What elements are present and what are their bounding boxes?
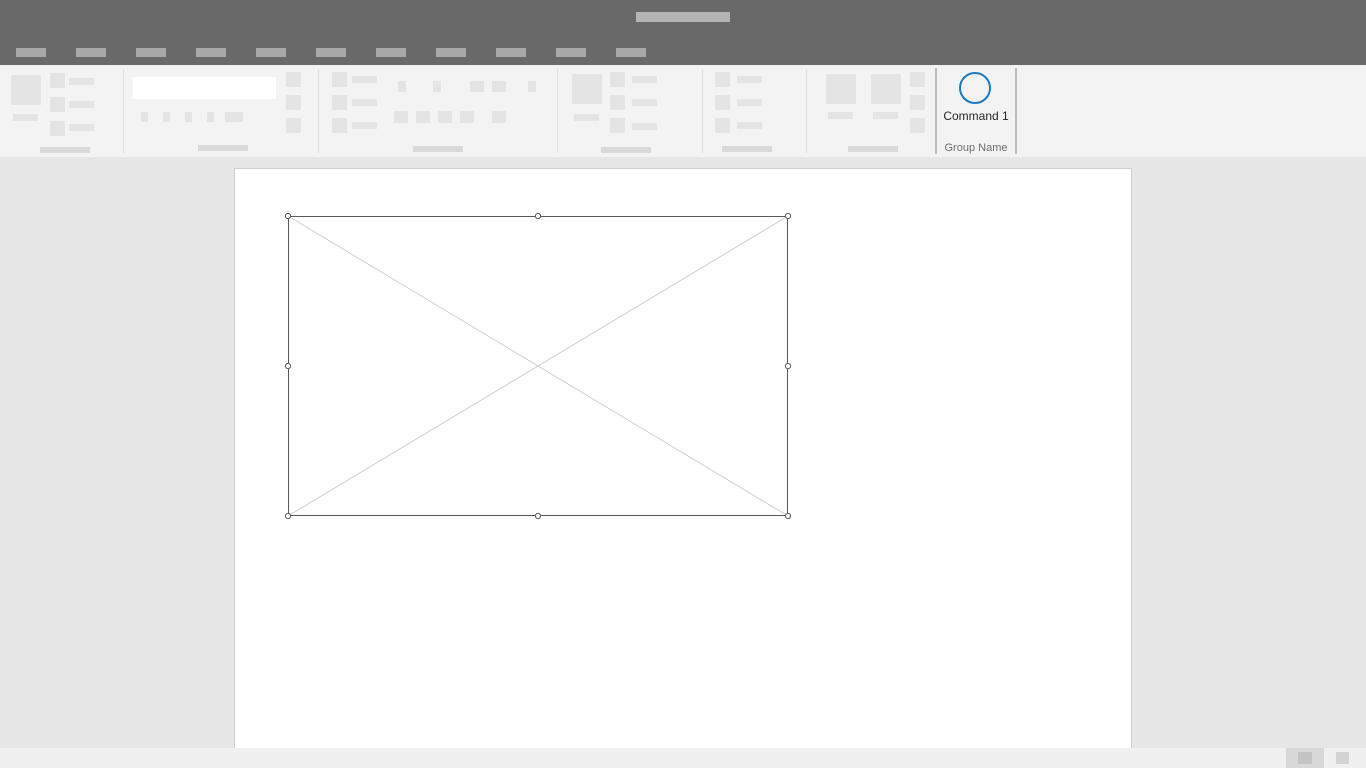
label-placeholder <box>632 99 657 106</box>
view-button[interactable] <box>1330 748 1356 768</box>
ribbon: Command 1 Group Name <box>0 65 1366 157</box>
small-icon-placeholder[interactable] <box>470 81 484 92</box>
title-bar <box>0 0 1366 65</box>
group-divider <box>702 69 703 153</box>
label-placeholder <box>352 122 377 129</box>
small-icon-placeholder[interactable] <box>332 118 347 133</box>
textbox-placeholder[interactable] <box>133 77 276 99</box>
small-icon-placeholder[interactable] <box>225 112 243 122</box>
small-icon-placeholder[interactable] <box>141 112 148 122</box>
label-placeholder <box>352 99 377 106</box>
small-icon-placeholder[interactable] <box>50 73 65 88</box>
label-placeholder <box>69 101 94 108</box>
small-icon-placeholder[interactable] <box>715 72 730 87</box>
small-icon-placeholder[interactable] <box>610 72 625 87</box>
selection-handles[interactable] <box>283 211 793 521</box>
ribbon-group-name: Group Name <box>944 142 1008 154</box>
label-placeholder <box>737 122 762 129</box>
group-name-placeholder <box>40 147 90 153</box>
small-icon-placeholder[interactable] <box>416 111 430 123</box>
view-button-active[interactable] <box>1286 748 1324 768</box>
tab-placeholder-9[interactable] <box>496 48 526 57</box>
group-divider <box>318 69 319 153</box>
group-name-placeholder <box>413 146 463 152</box>
status-bar <box>0 748 1366 768</box>
group-name-placeholder <box>848 146 898 152</box>
small-icon-placeholder[interactable] <box>610 118 625 133</box>
group-divider <box>806 69 807 153</box>
group-divider <box>123 69 124 153</box>
label-placeholder <box>828 112 853 119</box>
tab-placeholder-8[interactable] <box>436 48 466 57</box>
small-icon-placeholder[interactable] <box>910 118 925 133</box>
group-name-placeholder <box>198 145 248 151</box>
label-placeholder <box>873 112 898 119</box>
large-button-placeholder[interactable] <box>871 74 901 104</box>
small-icon-placeholder[interactable] <box>286 95 301 110</box>
tab-placeholder-10[interactable] <box>556 48 586 57</box>
small-icon-placeholder[interactable] <box>50 121 65 136</box>
small-icon-placeholder[interactable] <box>207 112 214 122</box>
tab-placeholder-7[interactable] <box>376 48 406 57</box>
label-placeholder <box>69 124 94 131</box>
label-placeholder <box>737 76 762 83</box>
small-icon-placeholder[interactable] <box>332 95 347 110</box>
small-icon-placeholder[interactable] <box>50 97 65 112</box>
page-view-icon <box>1298 752 1312 764</box>
picture-placeholder[interactable] <box>284 212 792 520</box>
small-icon-placeholder[interactable] <box>286 72 301 87</box>
command-1-button[interactable]: Command 1 <box>938 69 1014 129</box>
small-icon-placeholder[interactable] <box>492 111 506 123</box>
tab-placeholder-5[interactable] <box>256 48 286 57</box>
large-button-placeholder[interactable] <box>11 75 41 105</box>
large-button-placeholder[interactable] <box>572 74 602 104</box>
small-icon-placeholder[interactable] <box>715 95 730 110</box>
label-placeholder <box>574 114 599 121</box>
group-border-left <box>935 68 937 154</box>
web-view-icon <box>1336 752 1349 764</box>
small-icon-placeholder[interactable] <box>910 95 925 110</box>
label-placeholder <box>69 78 94 85</box>
group-name-placeholder <box>601 147 651 153</box>
tab-placeholder-1[interactable] <box>16 48 46 57</box>
command-1-label: Command 1 <box>943 109 1009 123</box>
small-icon-placeholder[interactable] <box>163 112 170 122</box>
label-placeholder <box>352 76 377 83</box>
tab-placeholder-11[interactable] <box>616 48 646 57</box>
group-border-right <box>1015 68 1017 154</box>
small-icon-placeholder[interactable] <box>910 72 925 87</box>
small-icon-placeholder[interactable] <box>715 118 730 133</box>
small-icon-placeholder[interactable] <box>438 111 452 123</box>
small-icon-placeholder[interactable] <box>610 95 625 110</box>
label-placeholder <box>632 76 657 83</box>
tab-placeholder-2[interactable] <box>76 48 106 57</box>
small-icon-placeholder[interactable] <box>185 112 192 122</box>
small-icon-placeholder[interactable] <box>332 72 347 87</box>
tab-placeholder-4[interactable] <box>196 48 226 57</box>
group-divider <box>557 69 558 153</box>
window-title-placeholder <box>636 12 730 22</box>
small-icon-placeholder[interactable] <box>433 81 441 92</box>
small-icon-placeholder[interactable] <box>528 81 536 92</box>
small-icon-placeholder[interactable] <box>286 118 301 133</box>
large-button-placeholder[interactable] <box>826 74 856 104</box>
group-name-placeholder <box>722 146 772 152</box>
tab-placeholder-6[interactable] <box>316 48 346 57</box>
small-icon-placeholder[interactable] <box>398 81 406 92</box>
small-icon-placeholder[interactable] <box>492 81 506 92</box>
small-icon-placeholder[interactable] <box>394 111 408 123</box>
label-placeholder <box>632 123 657 130</box>
circle-icon <box>959 72 991 104</box>
tab-placeholder-3[interactable] <box>136 48 166 57</box>
label-placeholder <box>13 114 38 121</box>
label-placeholder <box>737 99 762 106</box>
small-icon-placeholder[interactable] <box>460 111 474 123</box>
